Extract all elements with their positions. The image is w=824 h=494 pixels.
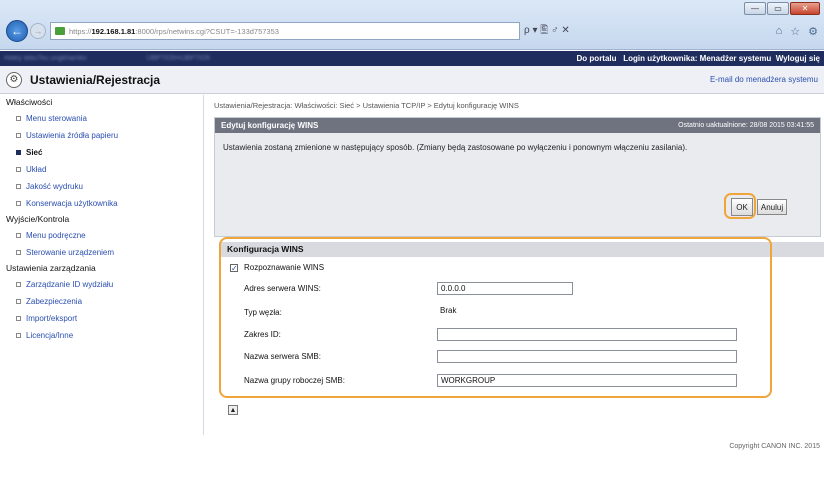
sidebar-item-label: Zarządzanie ID wydziału [26,280,114,289]
sidebar-item-label: Konserwacja użytkownika [26,199,118,208]
security-icon [55,27,65,35]
sidebar-item-label: Zabezpieczenia [26,297,83,306]
sidebar-group-output[interactable]: Wyjście/Kontrola [0,212,203,227]
bullet-icon [16,150,21,155]
bullet-icon [16,316,21,321]
cancel-button[interactable]: Anuluj [757,199,787,215]
window-controls: — ▭ ✕ [744,2,820,15]
bullet-icon [16,201,21,206]
sidebar-group-properties[interactable]: Właściwości [0,95,203,110]
sidebar-item-security[interactable]: Zabezpieczenia [0,293,203,310]
close-window-button[interactable]: ✕ [790,2,820,15]
sidebar-item-print-quality[interactable]: Jakość wydruku [0,178,203,195]
browser-chrome: — ▭ ✕ ← → https://192.168.1.81:8000/rps/… [0,0,824,50]
main-content: Ustawienia/Rejestracja: Właściwości: Sie… [214,95,824,117]
sidebar-item-user-maintenance[interactable]: Konserwacja użytkownika [0,195,203,212]
sidebar-item-label: Układ [26,165,47,174]
login-user-text: Login użytkownika: Menadżer systemu [623,54,772,63]
settings-icon: ⚙ [6,71,22,88]
browser-toolbar-icons: ⌂ ☆ ⚙ [776,25,818,38]
page-header: ⚙ Ustawienia/Rejestracja E-mail do menad… [0,66,824,94]
arrow-left-icon: ← [11,24,23,38]
bullet-icon [16,116,21,121]
arrow-right-icon: → [33,26,43,36]
back-to-top-icon[interactable]: ▲ [228,405,238,415]
sidebar-item-layout[interactable]: Układ [0,161,203,178]
sidebar-item-paper-source[interactable]: Ustawienia źródła papieru [0,127,203,144]
sidebar-item-license[interactable]: Licencja/Inne [0,327,203,344]
sidebar-item-label: Import/eksport [26,314,78,323]
device-name-blurred: Hidey lebu7ku ungkhamko [4,55,87,62]
panel-header: Edytuj konfigurację WINS Ostatnio uaktua… [215,118,820,133]
address-bar[interactable]: https://192.168.1.81:8000/rps/netwins.cg… [50,22,520,40]
sidebar: Właściwości Menu sterowania Ustawienia ź… [0,95,204,435]
address-rest: :8000/rps/netwins.cgi?CSUT=-133d757353 [135,26,279,36]
bullet-icon [16,184,21,189]
portal-link[interactable]: Do portalu [577,54,617,63]
page-title: Ustawienia/Rejestracja [30,72,161,87]
home-icon[interactable]: ⌂ [776,25,783,38]
address-prefix: https:// [69,26,92,36]
address-controls[interactable]: ρ ▾ 🖺 ♂ ✕ [524,22,570,40]
email-admin-link[interactable]: E-mail do menadżera systemu [710,75,818,84]
last-updated: Ostatnio uaktualnione: 28/08 2015 03:41:… [678,122,814,129]
sidebar-item-device-control[interactable]: Sterowanie urządzeniem [0,244,203,261]
edit-wins-panel: Edytuj konfigurację WINS Ostatnio uaktua… [214,117,821,237]
sidebar-item-label: Menu sterowania [26,114,87,123]
sidebar-item-label: Jakość wydruku [26,182,83,191]
sidebar-item-label: Sieć [26,148,43,157]
copyright: Copyright CANON INC. 2015 [729,443,820,450]
sidebar-item-department-id[interactable]: Zarządzanie ID wydziału [0,276,203,293]
bullet-icon [16,282,21,287]
bullet-icon [16,250,21,255]
device-id-blurred: UBP7IO5•\UBP7IO5 [146,55,211,62]
gear-icon[interactable]: ⚙ [808,25,818,38]
sidebar-item-shortcut-menu[interactable]: Menu podręczne [0,227,203,244]
minimize-button[interactable]: — [744,2,766,15]
app-banner: Hidey lebu7ku ungkhamko UBP7IO5•\UBP7IO5… [0,51,824,66]
sidebar-item-network[interactable]: Sieć [0,144,203,161]
forward-button[interactable]: → [30,23,46,39]
ok-button[interactable]: OK [731,198,753,216]
banner-links: Do portalu Login użytkownika: Menadżer s… [577,54,820,63]
navigation-bar: ← → https://192.168.1.81:8000/rps/netwin… [6,20,818,42]
bullet-icon [16,167,21,172]
panel-title: Edytuj konfigurację WINS [221,121,319,130]
sidebar-item-label: Ustawienia źródła papieru [26,131,119,140]
breadcrumb: Ustawienia/Rejestracja: Właściwości: Sie… [214,101,519,110]
star-icon[interactable]: ☆ [790,25,800,38]
sidebar-item-control-menu[interactable]: Menu sterowania [0,110,203,127]
bullet-icon [16,133,21,138]
logout-link[interactable]: Wyloguj się [776,54,820,63]
maximize-button[interactable]: ▭ [767,2,789,15]
wins-config-highlight [219,237,772,398]
back-button[interactable]: ← [6,20,28,42]
address-host: 192.168.1.81 [91,26,136,36]
sidebar-item-label: Sterowanie urządzeniem [26,248,115,257]
sidebar-item-import-export[interactable]: Import/eksport [0,310,203,327]
panel-message: Ustawienia zostaną zmienione w następują… [223,143,688,152]
bullet-icon [16,233,21,238]
sidebar-item-label: Licencja/Inne [26,331,74,340]
sidebar-group-management[interactable]: Ustawienia zarządzania [0,261,203,276]
sidebar-item-label: Menu podręczne [26,231,86,240]
bullet-icon [16,333,21,338]
bullet-icon [16,299,21,304]
section-header-extension [769,242,824,257]
